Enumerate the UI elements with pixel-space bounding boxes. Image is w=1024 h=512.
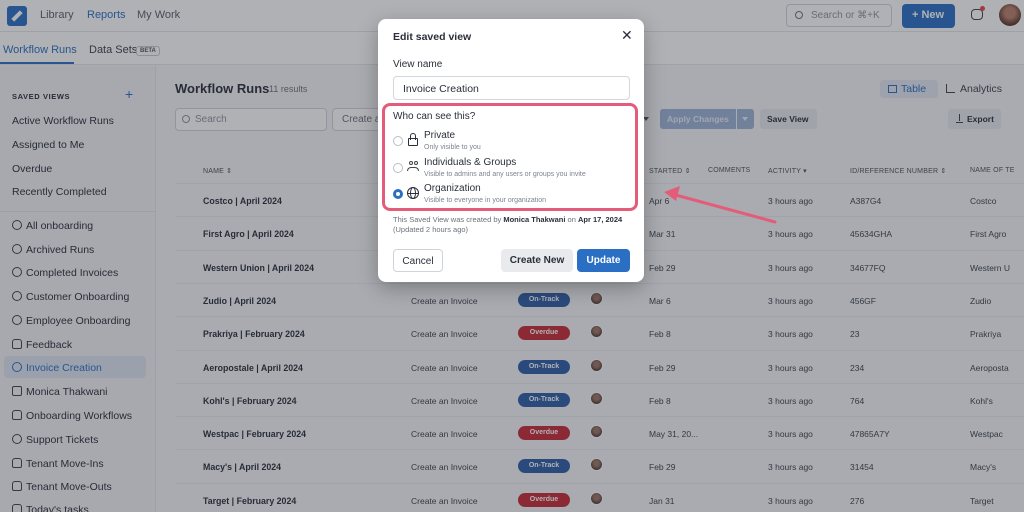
edit-saved-view-dialog: Edit saved view ✕ View name Invoice Crea… xyxy=(378,19,644,282)
option-private-subtitle: Only visible to you xyxy=(424,144,481,151)
option-individuals-groups-subtitle: Visible to admins and any users or group… xyxy=(424,171,586,178)
meta-on: on xyxy=(567,215,576,224)
created-by-info: This Saved View was created by Monica Th… xyxy=(393,215,633,235)
group-icon xyxy=(407,160,419,172)
option-organization-subtitle: Visible to everyone in your organization xyxy=(424,197,547,204)
view-name-label: View name xyxy=(393,59,443,70)
update-button[interactable]: Update xyxy=(577,249,630,272)
dialog-title: Edit saved view xyxy=(393,31,472,43)
globe-icon xyxy=(407,187,419,199)
option-private-title[interactable]: Private xyxy=(424,130,455,141)
meta-date: Apr 17, 2024 xyxy=(577,215,623,224)
visibility-label: Who can see this? xyxy=(393,111,476,122)
radio-private[interactable] xyxy=(393,136,403,146)
close-icon[interactable]: ✕ xyxy=(621,27,633,44)
meta-prefix: This Saved View was created by xyxy=(393,215,502,224)
option-organization-title[interactable]: Organization xyxy=(424,183,481,194)
radio-organization[interactable] xyxy=(393,189,403,199)
radio-individuals-groups[interactable] xyxy=(393,163,403,173)
view-name-input[interactable]: Invoice Creation xyxy=(393,76,630,100)
option-individuals-groups-title[interactable]: Individuals & Groups xyxy=(424,157,516,168)
meta-updated: (Updated 2 hours ago) xyxy=(393,225,469,234)
lock-icon xyxy=(407,133,419,146)
create-new-button[interactable]: Create New xyxy=(501,249,573,272)
cancel-button[interactable]: Cancel xyxy=(393,249,443,272)
meta-author: Monica Thakwani xyxy=(503,215,566,224)
